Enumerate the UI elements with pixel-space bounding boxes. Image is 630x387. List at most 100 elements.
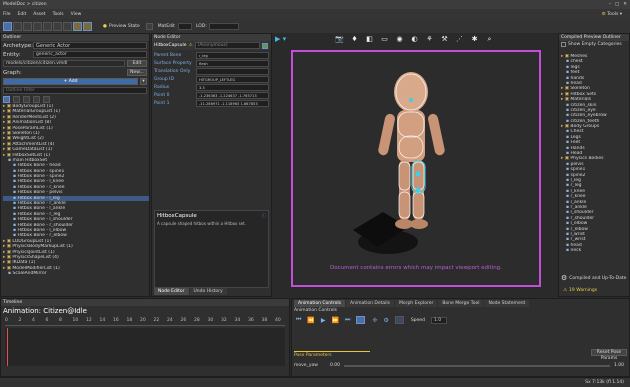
timeline-track[interactable] <box>5 328 285 366</box>
loop-icon[interactable] <box>356 316 366 324</box>
grid-icon[interactable] <box>53 21 62 31</box>
outliner-tree-item[interactable]: ▪ ScaleAndMirror <box>3 271 149 276</box>
property-value[interactable] <box>196 67 269 75</box>
playhead[interactable] <box>7 328 8 366</box>
outliner-tree-item-label: LODGroupList (1) <box>12 238 52 244</box>
play-button-icon[interactable]: ▶ <box>321 317 326 324</box>
timeline-tick-label: 2 <box>18 318 22 323</box>
tab-animation-details[interactable]: Animation Details <box>345 299 394 307</box>
property-value[interactable]: 3.3 <box>196 83 269 91</box>
physics-icon[interactable]: ⚒ <box>439 35 450 44</box>
play-icon[interactable]: ▶ ▾ <box>275 35 286 43</box>
help-title: HitboxCapsule <box>157 213 197 219</box>
close-icon[interactable]: ✕ <box>623 2 627 7</box>
compiled-tree-item-label: Body Groups <box>570 124 600 130</box>
timeline-tick-label: 8 <box>59 318 62 323</box>
menu-asset[interactable]: Asset <box>33 12 45 17</box>
outline-filter-input[interactable]: Outline Filter <box>3 87 147 94</box>
outliner-tree-item-label: AnimationList (8) <box>12 120 51 126</box>
property-value[interactable]: HITGROUP_LEFTLEG <box>196 75 269 83</box>
viewport[interactable]: ▶ ▾ 📷 ♦ ◧ ▭ ◉ ◐ ⚘ ⚒ ⋰ ✱ ⌕ Document conta… <box>273 33 557 297</box>
ik-icon[interactable]: ⚙ <box>383 317 388 324</box>
reset-pose-button[interactable]: Reset Pose Params <box>591 349 627 361</box>
display-icon[interactable]: ▭ <box>379 35 390 44</box>
root-motion-icon[interactable]: ✢ <box>372 317 377 324</box>
timeline-tick-label: 12 <box>86 318 92 323</box>
enabled-icon[interactable] <box>262 42 268 49</box>
matedit-label[interactable]: MatEdit <box>158 24 175 29</box>
step-back-icon[interactable]: ⏪ <box>307 317 314 324</box>
new-graph-button[interactable]: New... <box>127 69 147 76</box>
property-value[interactable]: r_leg <box>196 51 269 59</box>
snap-icon[interactable] <box>43 21 52 31</box>
compiled-tree-item[interactable]: ▪ neck <box>561 248 629 253</box>
material-icon[interactable] <box>145 22 153 30</box>
texture-icon[interactable]: ◐ <box>409 35 420 44</box>
tab-undo-history[interactable]: Undo History <box>189 288 227 295</box>
property-value[interactable]: -1.236363 -1.224637 -1.765713 <box>196 91 269 99</box>
hitbox-tool-icon[interactable] <box>83 21 92 31</box>
timeline-tick-label: 38 <box>261 318 268 323</box>
shading-icon[interactable]: ◉ <box>394 35 405 44</box>
outliner-view-icon[interactable] <box>3 96 10 103</box>
search-icon[interactable]: ⌕ <box>484 35 495 44</box>
model-path-field[interactable]: models/citizen/citizen.vmdl <box>3 60 125 67</box>
property-value[interactable]: -11.286971 -1.118963 1.867853 <box>196 99 269 107</box>
property-value[interactable]: flesh <box>196 59 269 67</box>
step-forward-icon[interactable]: ⏩ <box>332 317 339 324</box>
edit-button[interactable]: Edit <box>127 60 147 67</box>
matedit-field[interactable] <box>177 22 192 30</box>
menu-view[interactable]: View <box>71 12 82 17</box>
tab-node-editor[interactable]: Node Editor <box>154 288 189 295</box>
menu-tools[interactable]: Tools <box>53 12 64 17</box>
sort-icon[interactable] <box>43 96 50 103</box>
param-slider[interactable] <box>344 364 610 367</box>
link-icon[interactable] <box>33 96 40 103</box>
tools-dropdown[interactable]: ⚙ Tools ▾ <box>602 12 622 17</box>
bones-icon[interactable]: ✱ <box>469 35 480 44</box>
maximize-icon[interactable]: □ <box>615 2 619 7</box>
preview-state-label[interactable]: Preview State <box>109 24 140 29</box>
add-button[interactable]: + Add <box>3 78 138 85</box>
local-space-icon[interactable] <box>63 21 72 31</box>
tab-node-statement[interactable]: Node Statement <box>484 299 530 307</box>
render-mode-icon[interactable]: ◧ <box>364 35 375 44</box>
compiled-tree-item-label: Skeleton <box>570 86 590 92</box>
tab-bone-merge[interactable]: Bone Merge Tool <box>438 299 484 307</box>
collapse-icon[interactable] <box>13 96 20 103</box>
hitbox-icon[interactable]: ⋰ <box>454 35 465 44</box>
menu-bar: File Edit Asset Tools View ⚙ Tools ▾ <box>0 9 630 19</box>
menu-file[interactable]: File <box>3 12 11 17</box>
menu-edit[interactable]: Edit <box>18 12 27 17</box>
rotate-tool-icon[interactable] <box>23 21 32 31</box>
edit-anim-icon[interactable] <box>394 316 404 324</box>
skip-start-icon[interactable]: ⏮ <box>296 316 301 324</box>
entity-select[interactable]: generic_actor <box>33 51 147 58</box>
entity-label: Entity: <box>3 51 21 58</box>
minimize-icon[interactable]: – <box>609 2 611 7</box>
speed-field[interactable]: 1.0 <box>430 316 447 324</box>
warnings-row[interactable]: ⚠ 19 Warnings <box>563 288 597 293</box>
scale-tool-icon[interactable] <box>33 21 42 31</box>
tab-morph-explorer[interactable]: Morph Explorer <box>394 299 438 307</box>
lod-select[interactable] <box>208 22 239 30</box>
compiled-tree-item-label: Physics Bodies <box>570 156 604 162</box>
bone-tool-icon[interactable] <box>73 21 82 31</box>
expand-icon[interactable] <box>23 96 30 103</box>
timeline-ruler[interactable]: 0 2 4 6 8 10 12 14 16 18 20 22 24 26 28 30 32 34 36 38 40 <box>5 318 285 326</box>
skeleton-icon[interactable]: ⚘ <box>424 35 435 44</box>
property-row: Parent Bone r_leg <box>154 51 269 59</box>
move-tool-icon[interactable] <box>13 21 22 31</box>
outliner-title: Outliner <box>1 34 149 41</box>
tab-animation-controls[interactable]: Animation Controls <box>294 299 345 307</box>
timeline-tick-label: 24 <box>167 318 173 323</box>
node-name-field[interactable]: (Anonymous) <box>194 42 260 49</box>
folder-icon: ▸ ▣ <box>3 104 13 109</box>
camera-icon[interactable]: 📷 <box>334 35 345 44</box>
add-options-icon[interactable]: ▾ <box>140 78 147 85</box>
archetype-select[interactable]: Generic Actor <box>33 42 147 49</box>
skip-end-icon[interactable]: ⏭ <box>345 316 350 324</box>
light-icon[interactable]: ♦ <box>349 35 360 44</box>
select-tool-icon[interactable] <box>3 21 12 31</box>
show-empty-checkbox[interactable] <box>561 42 566 47</box>
